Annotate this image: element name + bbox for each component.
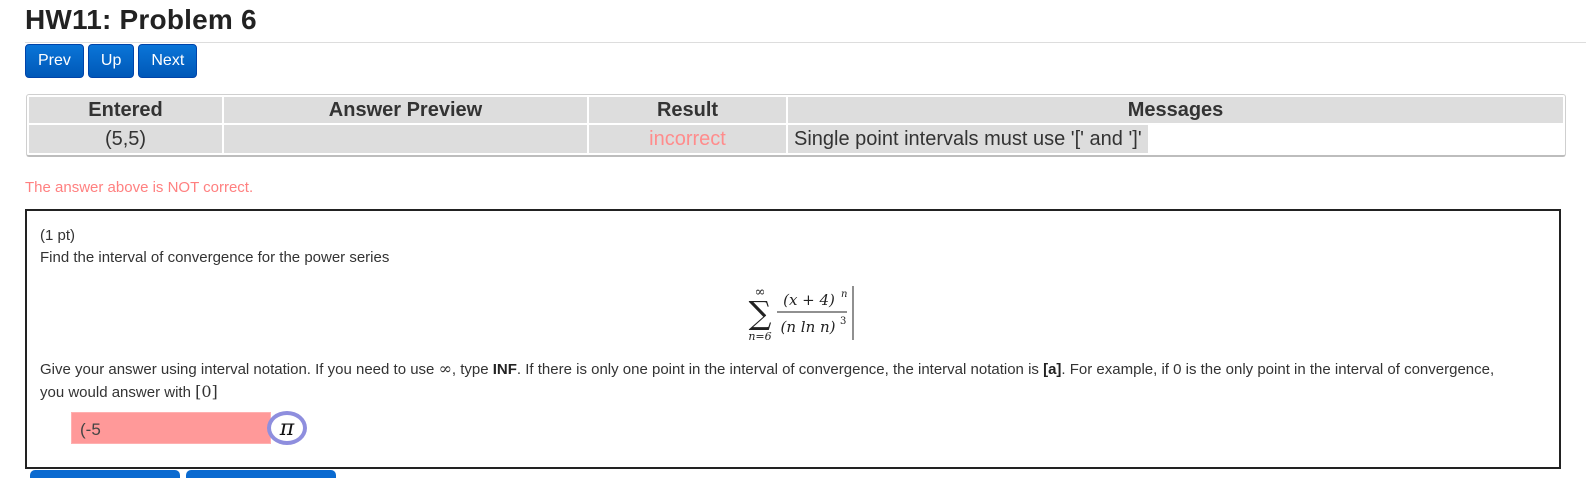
numerator: (x + 4) xyxy=(783,291,835,309)
problem-nav: Prev Up Next xyxy=(25,44,198,78)
problem-body: (1 pt) Find the interval of convergence … xyxy=(25,209,1561,469)
point-value: (1 pt) xyxy=(40,227,76,244)
inf-keyword: INF xyxy=(492,361,517,378)
attempt-results-table: Entered Answer Preview Result Messages (… xyxy=(26,94,1566,157)
instructions-text-2: , type xyxy=(451,361,493,378)
instructions-text-1: Give your answer using interval notation… xyxy=(40,361,439,378)
sigma-symbol: ∑ xyxy=(749,294,772,332)
prev-button[interactable]: Prev xyxy=(25,44,84,78)
title-divider xyxy=(25,42,1586,43)
entered-cell: (5,5) xyxy=(29,125,222,153)
denominator: (n ln n) xyxy=(780,318,835,336)
pi-icon: π xyxy=(279,415,295,441)
answer-input[interactable] xyxy=(71,412,271,444)
submit-button-partial[interactable] xyxy=(30,470,180,478)
example-answer: [0] xyxy=(195,382,218,401)
header-entered: Entered xyxy=(29,97,222,123)
header-result: Result xyxy=(589,97,786,123)
message-text: Single point intervals must use '[' and … xyxy=(788,125,1148,153)
instructions-text-3: . If there is only one point in the inte… xyxy=(516,361,1044,378)
table-row: (5,5) incorrect Single point intervals m… xyxy=(29,125,1563,153)
infinity-symbol: ∞ xyxy=(438,359,452,378)
numerator-exponent: n xyxy=(841,289,847,300)
page-title: HW11: Problem 6 xyxy=(25,4,257,35)
answer-row: π xyxy=(71,411,307,445)
results-header-row: Entered Answer Preview Result Messages xyxy=(29,97,1563,123)
message-cell: Single point intervals must use '[' and … xyxy=(788,125,1563,153)
problem-prompt: Find the interval of convergence for the… xyxy=(40,249,390,266)
answer-instructions: Give your answer using interval notation… xyxy=(40,358,1520,404)
header-answer-preview: Answer Preview xyxy=(224,97,587,123)
sum-lower-limit: n=6 xyxy=(748,330,771,343)
result-cell: incorrect xyxy=(589,125,786,153)
power-series-formula: ∞ ∑ n=6 (x + 4) n (n ln n) 3 xyxy=(739,282,859,343)
math-editor-button[interactable]: π xyxy=(267,411,307,445)
denominator-exponent: 3 xyxy=(840,316,846,327)
answer-preview-cell xyxy=(224,125,587,153)
header-messages: Messages xyxy=(788,97,1563,123)
next-button[interactable]: Next xyxy=(138,44,198,78)
a-notation: [a] xyxy=(1043,361,1062,378)
up-button[interactable]: Up xyxy=(87,44,135,78)
feedback-status: The answer above is NOT correct. xyxy=(25,179,254,196)
check-button-partial[interactable] xyxy=(186,470,336,478)
